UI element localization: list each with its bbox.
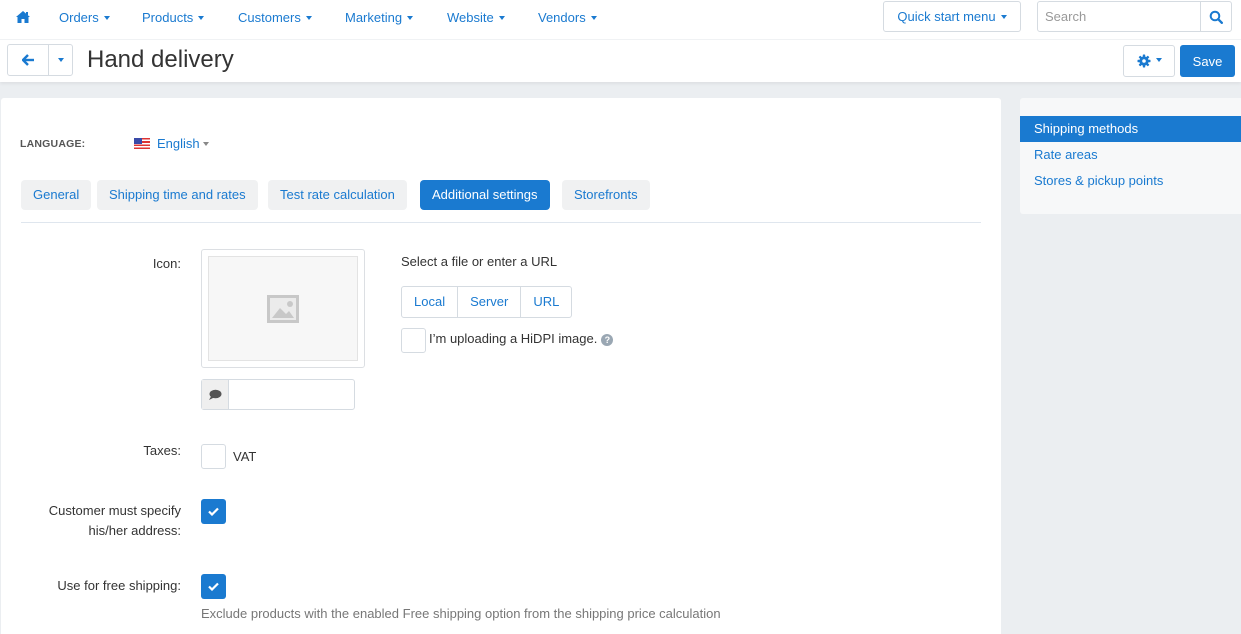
chevron-down-icon <box>407 15 414 20</box>
vat-checkbox[interactable] <box>201 444 226 469</box>
source-url-button[interactable]: URL <box>521 287 571 317</box>
tab-shipping-time-and-rates[interactable]: Shipping time and rates <box>97 180 258 210</box>
chevron-down-icon <box>198 15 205 20</box>
comment-icon <box>209 389 222 400</box>
back-button-group <box>7 44 73 76</box>
nav-vendors[interactable]: Vendors <box>538 10 597 25</box>
nav-vendors-label: Vendors <box>538 10 586 25</box>
question-circle-icon[interactable]: ? <box>601 334 614 346</box>
taxes-label: Taxes: <box>143 443 181 458</box>
chevron-down-icon <box>1155 58 1162 62</box>
select-file-text: Select a file or enter a URL <box>401 254 558 269</box>
search-box <box>1037 1 1232 32</box>
language-selector[interactable]: English <box>134 136 209 151</box>
home-icon[interactable] <box>15 9 31 25</box>
page-title: Hand delivery <box>87 46 234 73</box>
customer-address-label-line2: his/her address: <box>88 523 182 538</box>
search-button[interactable] <box>1200 2 1231 31</box>
icon-field-label: Icon: <box>152 256 181 271</box>
search-icon <box>1209 10 1223 24</box>
nav-products-label: Products <box>142 10 194 25</box>
chevron-down-icon <box>57 58 64 62</box>
quick-start-menu-button[interactable]: Quick start menu <box>883 1 1021 32</box>
customer-address-checkbox[interactable] <box>201 499 226 524</box>
chevron-down-icon <box>498 15 505 20</box>
sidebar-item-stores-pickup-points[interactable]: Stores & pickup points <box>1020 168 1241 194</box>
nav-orders-label: Orders <box>59 10 99 25</box>
top-navigation: Orders Products Customers Marketing Webs… <box>0 0 1241 40</box>
save-button[interactable]: Save <box>1180 45 1235 77</box>
image-preview <box>201 249 365 368</box>
history-dropdown-button[interactable] <box>48 45 72 75</box>
file-source-buttons: Local Server URL <box>401 286 573 318</box>
tab-storefronts[interactable]: Storefronts <box>562 180 650 210</box>
settings-dropdown-button[interactable] <box>1123 45 1175 77</box>
image-preview-area <box>208 256 358 361</box>
tab-test-rate-calculation[interactable]: Test rate calculation <box>268 180 407 210</box>
customer-address-label-line1: Customer must specify <box>48 503 181 518</box>
tabs-divider <box>21 222 981 223</box>
tab-additional-settings[interactable]: Additional settings <box>420 180 550 210</box>
sidebar: Shipping methods Rate areas Stores & pic… <box>1020 98 1241 214</box>
chevron-down-icon <box>305 15 312 20</box>
sidebar-item-rate-areas[interactable]: Rate areas <box>1020 142 1241 168</box>
hidpi-checkbox[interactable] <box>401 328 426 353</box>
chevron-down-icon <box>590 15 597 20</box>
hidpi-label: I’m uploading a HiDPI image.? <box>429 331 614 346</box>
search-input[interactable] <box>1038 2 1201 31</box>
chevron-down-icon <box>202 141 209 146</box>
nav-customers-label: Customers <box>238 10 301 25</box>
us-flag-icon <box>134 138 150 149</box>
arrow-left-icon <box>21 54 34 66</box>
alt-text-addon <box>202 380 229 409</box>
free-shipping-label: Use for free shipping: <box>57 578 181 593</box>
alt-text-group <box>201 379 355 410</box>
nav-orders[interactable]: Orders <box>59 10 110 25</box>
source-local-button[interactable]: Local <box>402 287 459 317</box>
chevron-down-icon <box>103 15 110 20</box>
nav-website-label: Website <box>447 10 494 25</box>
gear-icon <box>1137 54 1150 68</box>
quick-start-label: Quick start menu <box>897 9 996 24</box>
back-button[interactable] <box>8 45 48 75</box>
free-shipping-checkbox[interactable] <box>201 574 226 599</box>
sidebar-item-shipping-methods[interactable]: Shipping methods <box>1020 116 1241 142</box>
page-header: Hand delivery Save <box>0 40 1241 82</box>
checkmark-icon <box>208 582 219 591</box>
main-content: LANGUAGE: English General Shipping time … <box>1 98 1001 634</box>
language-value: English <box>157 136 200 151</box>
hidpi-label-text: I’m uploading a HiDPI image. <box>429 331 598 346</box>
free-shipping-help-text: Exclude products with the enabled Free s… <box>201 606 721 621</box>
tab-general[interactable]: General <box>21 180 92 210</box>
checkmark-icon <box>208 507 219 516</box>
source-server-button[interactable]: Server <box>458 287 522 317</box>
image-placeholder-icon <box>267 294 299 323</box>
vat-label: VAT <box>233 449 257 464</box>
language-label: LANGUAGE: <box>20 138 86 150</box>
nav-website[interactable]: Website <box>447 10 505 25</box>
nav-marketing-label: Marketing <box>345 10 403 25</box>
nav-marketing[interactable]: Marketing <box>345 10 414 25</box>
nav-customers[interactable]: Customers <box>238 10 312 25</box>
alt-text-input[interactable] <box>230 380 354 409</box>
chevron-down-icon <box>1000 14 1007 19</box>
nav-products[interactable]: Products <box>142 10 205 25</box>
